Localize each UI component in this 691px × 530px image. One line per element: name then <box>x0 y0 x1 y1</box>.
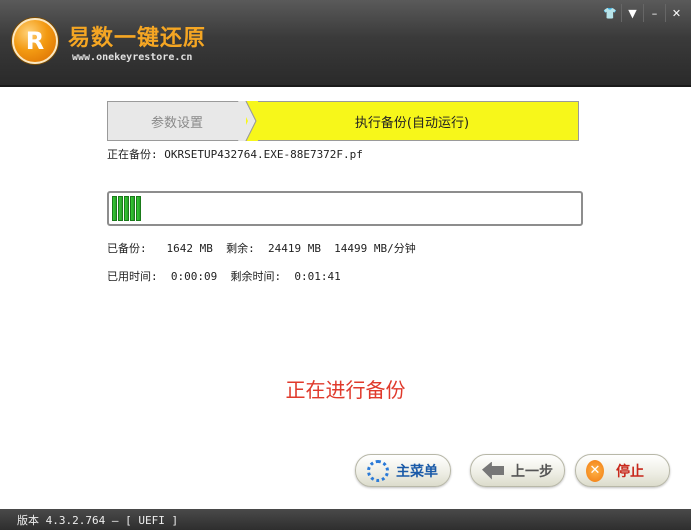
stop-button[interactable]: ✕ 停止 <box>575 454 670 487</box>
version-text: 版本 4.3.2.764 — [ UEFI ] <box>17 513 179 527</box>
previous-step-button[interactable]: 上一步 <box>470 454 565 487</box>
app-title: 易数一键还原 <box>68 26 207 51</box>
progress-segment <box>118 196 123 221</box>
progress-segment <box>124 196 129 221</box>
step-execute-backup: 执行备份(自动运行) <box>246 102 578 140</box>
stop-label: 停止 <box>616 463 644 480</box>
progress-segment <box>112 196 117 221</box>
back-arrow-icon <box>481 459 505 483</box>
app-logo-icon: R <box>12 18 58 64</box>
previous-step-label: 上一步 <box>511 463 553 480</box>
main-menu-label: 主菜单 <box>396 463 438 480</box>
backup-progress-bar <box>107 191 583 226</box>
logo-glyph: R <box>25 27 45 55</box>
stop-x-icon: ✕ <box>586 459 610 483</box>
progress-fill <box>112 196 578 221</box>
title-bar: R 易数一键还原 www.onekeyrestore.cn 👕 ▼ – ✕ <box>0 0 691 87</box>
app-url: www.onekeyrestore.cn <box>72 52 193 63</box>
current-file-label: 正在备份: OKRSETUP432764.EXE-88E7372F.pf <box>107 148 363 161</box>
close-icon[interactable]: ✕ <box>665 4 687 22</box>
menu-dropdown-icon[interactable]: ▼ <box>621 4 643 22</box>
window-controls: 👕 ▼ – ✕ <box>599 4 687 22</box>
skin-icon[interactable]: 👕 <box>599 4 621 22</box>
step-parameter-settings: 参数设置 <box>108 102 246 140</box>
status-message: 正在进行备份 <box>285 378 406 402</box>
backup-time-stats: 已用时间: 0:00:09 剩余时间: 0:01:41 <box>107 270 341 283</box>
progress-segment <box>136 196 141 221</box>
progress-segment <box>130 196 135 221</box>
version-statusbar: 版本 4.3.2.764 — [ UEFI ] <box>0 509 691 530</box>
backup-size-stats: 已备份: 1642 MB 剩余: 24419 MB 14499 MB/分钟 <box>107 242 416 255</box>
steps-bar: 参数设置 执行备份(自动运行) <box>107 101 579 141</box>
main-menu-button[interactable]: 主菜单 <box>355 454 451 487</box>
step-arrow-icon <box>238 101 258 141</box>
minimize-icon[interactable]: – <box>643 4 665 22</box>
refresh-icon <box>366 459 390 483</box>
